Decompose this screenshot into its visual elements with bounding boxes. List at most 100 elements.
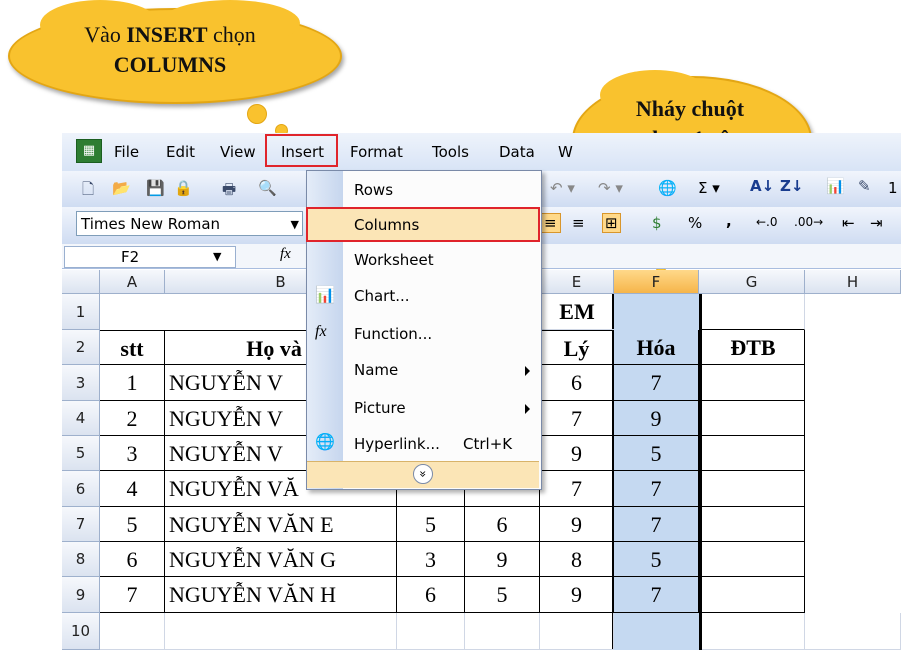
- menu-data[interactable]: Data: [499, 143, 535, 161]
- menu-tools[interactable]: Tools: [432, 143, 469, 161]
- new-icon[interactable]: 🗋: [82, 179, 94, 204]
- font-name-select[interactable]: Times New Roman ▼: [76, 211, 303, 236]
- menu-item-picture[interactable]: Picture: [354, 399, 406, 417]
- row-header-5[interactable]: 5: [62, 436, 100, 471]
- redo-icon[interactable]: ↷ ▾: [598, 179, 623, 197]
- row-header-2[interactable]: 2: [62, 330, 100, 365]
- cell-ly[interactable]: 9: [540, 577, 614, 613]
- cell-c[interactable]: 5: [397, 507, 465, 542]
- cell-dtb[interactable]: [702, 401, 805, 436]
- cell-stt[interactable]: 3: [100, 436, 165, 471]
- save-icon[interactable]: 💾: [146, 179, 165, 197]
- align-right-icon[interactable]: ≡: [572, 214, 585, 232]
- row-header-10[interactable]: 10: [62, 613, 100, 650]
- cell-hoa[interactable]: 7: [614, 577, 699, 613]
- cell-dtb[interactable]: [702, 577, 805, 613]
- cell-hoa[interactable]: 7: [614, 365, 699, 401]
- cell-e10[interactable]: [540, 613, 614, 650]
- drawing-icon[interactable]: ✎: [858, 177, 871, 195]
- cell-dtb[interactable]: [702, 507, 805, 542]
- autosum-icon[interactable]: Σ ▾: [698, 179, 720, 197]
- menu-item-worksheet[interactable]: Worksheet: [354, 251, 434, 269]
- chevron-down-icon[interactable]: ▼: [213, 247, 221, 267]
- cell-hoa[interactable]: 9: [614, 401, 699, 436]
- chevron-double-down-icon[interactable]: »: [413, 464, 433, 484]
- col-header-e[interactable]: E: [540, 270, 614, 294]
- col-header-h[interactable]: H: [805, 270, 901, 294]
- cell-g10[interactable]: [702, 613, 805, 650]
- cell-g1[interactable]: [702, 294, 805, 330]
- cell-a10[interactable]: [100, 613, 165, 650]
- row-header-3[interactable]: 3: [62, 365, 100, 401]
- menu-window[interactable]: W: [558, 143, 573, 161]
- cell-f2-hoa[interactable]: Hóa: [614, 330, 699, 365]
- cell-dtb[interactable]: [702, 365, 805, 401]
- decrease-indent-icon[interactable]: ⇤: [842, 214, 855, 232]
- fx-icon[interactable]: fx: [280, 246, 291, 263]
- percent-icon[interactable]: %: [688, 214, 702, 232]
- cell-d[interactable]: 9: [465, 542, 540, 577]
- cell-hoa[interactable]: 7: [614, 471, 699, 507]
- menu-format[interactable]: Format: [350, 143, 403, 161]
- row-header-9[interactable]: 9: [62, 577, 100, 613]
- cell-stt[interactable]: 5: [100, 507, 165, 542]
- menu-item-chart[interactable]: Chart...: [354, 287, 410, 305]
- hyperlink-icon[interactable]: 🌐: [658, 179, 677, 197]
- sort-ascending-icon[interactable]: A↓: [750, 177, 774, 195]
- cell-ly[interactable]: 6: [540, 365, 614, 401]
- cell-a2-stt[interactable]: stt: [100, 330, 165, 365]
- cell-ly[interactable]: 7: [540, 401, 614, 436]
- cell-stt[interactable]: 6: [100, 542, 165, 577]
- decrease-decimal-icon[interactable]: .00→: [794, 215, 823, 229]
- menu-view[interactable]: View: [220, 143, 256, 161]
- cell-hoa[interactable]: 5: [614, 542, 699, 577]
- cell-e1-title-fragment[interactable]: EM: [540, 294, 614, 330]
- cell-g2-dtb[interactable]: ĐTB: [702, 330, 805, 365]
- cell-e2-ly[interactable]: Lý: [540, 330, 614, 365]
- col-header-g[interactable]: G: [699, 270, 805, 294]
- increase-decimal-icon[interactable]: ←.0: [756, 215, 778, 229]
- sort-descending-icon[interactable]: Z↓: [780, 177, 803, 195]
- cell-name[interactable]: NGUYỄN VĂN G: [165, 542, 397, 577]
- menu-item-rows[interactable]: Rows: [354, 181, 393, 199]
- cell-c[interactable]: 6: [397, 577, 465, 613]
- print-icon[interactable]: 🖶: [222, 179, 236, 204]
- menu-item-function[interactable]: Function...: [354, 325, 432, 343]
- cell-stt[interactable]: 4: [100, 471, 165, 507]
- name-box[interactable]: F2 ▼: [64, 246, 236, 268]
- cell-d[interactable]: 5: [465, 577, 540, 613]
- comma-style-icon[interactable]: ,: [726, 212, 732, 230]
- permission-icon[interactable]: 🔒: [174, 179, 193, 197]
- row-header-6[interactable]: 6: [62, 471, 100, 507]
- row-header-1[interactable]: 1: [62, 294, 100, 330]
- cell-name[interactable]: NGUYỄN VĂN E: [165, 507, 397, 542]
- menu-expand-bar[interactable]: »: [307, 461, 539, 488]
- col-header-f[interactable]: F: [614, 270, 699, 294]
- align-center-icon[interactable]: ≡: [540, 213, 561, 233]
- cell-dtb[interactable]: [702, 471, 805, 507]
- open-icon[interactable]: 📂: [112, 179, 131, 197]
- cell-stt[interactable]: 2: [100, 401, 165, 436]
- cell-d10[interactable]: [465, 613, 540, 650]
- cell-d[interactable]: 6: [465, 507, 540, 542]
- cell-ly[interactable]: 7: [540, 471, 614, 507]
- select-all-corner[interactable]: [62, 270, 100, 294]
- increase-indent-icon[interactable]: ⇥: [870, 214, 883, 232]
- menu-item-name[interactable]: Name: [354, 361, 398, 379]
- col-header-a[interactable]: A: [100, 270, 165, 294]
- merge-center-icon[interactable]: ⊞: [602, 213, 621, 233]
- currency-icon[interactable]: $: [652, 214, 662, 232]
- cell-stt[interactable]: 7: [100, 577, 165, 613]
- cell-dtb[interactable]: [702, 542, 805, 577]
- print-preview-icon[interactable]: 🔍: [258, 179, 277, 197]
- row-header-8[interactable]: 8: [62, 542, 100, 577]
- cell-b10[interactable]: [165, 613, 397, 650]
- chevron-down-icon[interactable]: ▼: [291, 212, 299, 237]
- cell-c[interactable]: 3: [397, 542, 465, 577]
- cell-ly[interactable]: 9: [540, 507, 614, 542]
- cell-name[interactable]: NGUYỄN VĂN H: [165, 577, 397, 613]
- cell-hoa[interactable]: 7: [614, 507, 699, 542]
- cell-ly[interactable]: 8: [540, 542, 614, 577]
- chart-wizard-icon[interactable]: 📊: [826, 177, 845, 195]
- menu-file[interactable]: File: [114, 143, 139, 161]
